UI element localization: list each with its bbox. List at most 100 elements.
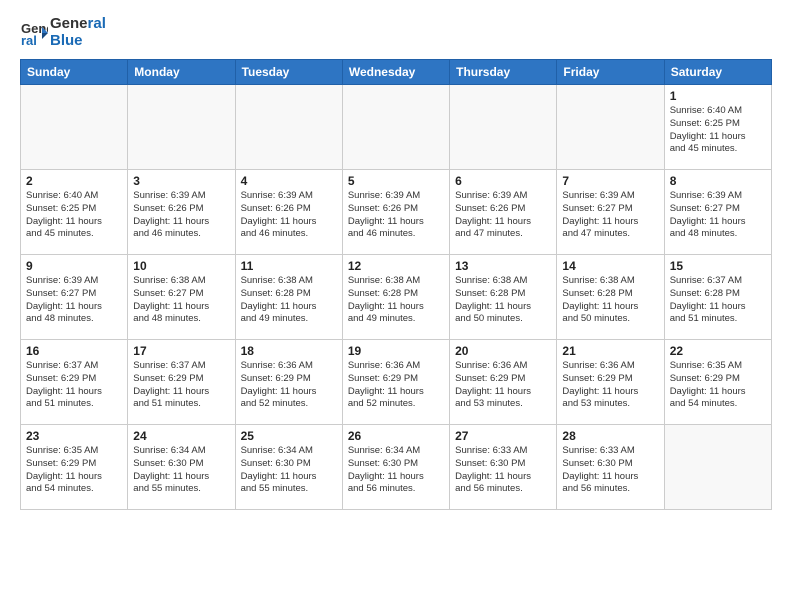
day-info: Sunrise: 6:39 AM Sunset: 6:26 PM Dayligh…: [133, 190, 229, 241]
calendar-cell: 21Sunrise: 6:36 AM Sunset: 6:29 PM Dayli…: [557, 340, 664, 425]
week-row-4: 16 Sunrise: 6:37 AM Sunset: 6:29 PM Dayli…: [21, 340, 772, 425]
day-number: 22: [670, 344, 766, 358]
calendar-cell: 3 Sunrise: 6:39 AM Sunset: 6:26 PM Daylig…: [128, 170, 235, 255]
day-info: Sunrise: 6:34 AM Sunset: 6:30 PM Dayligh…: [133, 445, 229, 496]
day-info: Sunrise: 6:39 AM Sunset: 6:27 PM Dayligh…: [670, 190, 766, 241]
calendar-cell: 9Sunrise: 6:39 AM Sunset: 6:27 PM Daylig…: [21, 255, 128, 340]
weekday-header-row: SundayMondayTuesdayWednesdayThursdayFrid…: [21, 60, 772, 85]
calendar-cell: [21, 85, 128, 170]
page: Gene ral General Blue SundayMondayTuesda…: [0, 0, 792, 520]
day-number: 26: [348, 429, 444, 443]
calendar-cell: 28Sunrise: 6:33 AM Sunset: 6:30 PM Dayli…: [557, 425, 664, 510]
day-number: 11: [241, 259, 337, 273]
day-info: Sunrise: 6:39 AM Sunset: 6:26 PM Dayligh…: [455, 190, 551, 241]
day-number: 25: [241, 429, 337, 443]
day-info: Sunrise: 6:34 AM Sunset: 6:30 PM Dayligh…: [348, 445, 444, 496]
week-row-1: 1 Sunrise: 6:40 AM Sunset: 6:25 PM Daylig…: [21, 85, 772, 170]
day-info: Sunrise: 6:40 AM Sunset: 6:25 PM Dayligh…: [670, 105, 766, 156]
day-number: 14: [562, 259, 658, 273]
calendar-cell: 12 Sunrise: 6:38 AM Sunset: 6:28 PM Dayli…: [342, 255, 449, 340]
day-info: Sunrise: 6:38 AM Sunset: 6:28 PM Dayligh…: [455, 275, 551, 326]
calendar-cell: 17 Sunrise: 6:37 AM Sunset: 6:29 PM Dayli…: [128, 340, 235, 425]
logo-icon: Gene ral: [20, 19, 48, 47]
calendar-cell: 8 Sunrise: 6:39 AM Sunset: 6:27 PM Daylig…: [664, 170, 771, 255]
day-info: Sunrise: 6:39 AM Sunset: 6:26 PM Dayligh…: [348, 190, 444, 241]
calendar-cell: 20 Sunrise: 6:36 AM Sunset: 6:29 PM Dayli…: [450, 340, 557, 425]
calendar-cell: 5 Sunrise: 6:39 AM Sunset: 6:26 PM Daylig…: [342, 170, 449, 255]
day-info: Sunrise: 6:33 AM Sunset: 6:30 PM Dayligh…: [455, 445, 551, 496]
day-info: Sunrise: 6:38 AM Sunset: 6:28 PM Dayligh…: [241, 275, 337, 326]
header: Gene ral General Blue: [20, 16, 772, 49]
day-info: Sunrise: 6:38 AM Sunset: 6:28 PM Dayligh…: [562, 275, 658, 326]
calendar-cell: [342, 85, 449, 170]
calendar-cell: 26 Sunrise: 6:34 AM Sunset: 6:30 PM Dayli…: [342, 425, 449, 510]
calendar-cell: 15 Sunrise: 6:37 AM Sunset: 6:28 PM Dayli…: [664, 255, 771, 340]
day-number: 12: [348, 259, 444, 273]
calendar-cell: [664, 425, 771, 510]
weekday-header-thursday: Thursday: [450, 60, 557, 85]
logo-text: General Blue: [50, 16, 106, 49]
day-number: 10: [133, 259, 229, 273]
day-info: Sunrise: 6:39 AM Sunset: 6:27 PM Dayligh…: [562, 190, 658, 241]
svg-text:ral: ral: [21, 33, 37, 47]
weekday-header-monday: Monday: [128, 60, 235, 85]
week-row-5: 23 Sunrise: 6:35 AM Sunset: 6:29 PM Dayli…: [21, 425, 772, 510]
day-info: Sunrise: 6:34 AM Sunset: 6:30 PM Dayligh…: [241, 445, 337, 496]
calendar-cell: 2 Sunrise: 6:40 AM Sunset: 6:25 PM Daylig…: [21, 170, 128, 255]
day-info: Sunrise: 6:36 AM Sunset: 6:29 PM Dayligh…: [455, 360, 551, 411]
day-number: 2: [26, 174, 122, 188]
logo: Gene ral General Blue: [20, 16, 106, 49]
weekday-header-wednesday: Wednesday: [342, 60, 449, 85]
day-number: 5: [348, 174, 444, 188]
day-number: 21: [562, 344, 658, 358]
day-number: 23: [26, 429, 122, 443]
calendar-cell: 11 Sunrise: 6:38 AM Sunset: 6:28 PM Dayli…: [235, 255, 342, 340]
calendar-cell: 22 Sunrise: 6:35 AM Sunset: 6:29 PM Dayli…: [664, 340, 771, 425]
day-number: 3: [133, 174, 229, 188]
day-number: 9: [26, 259, 122, 273]
calendar-cell: 14 Sunrise: 6:38 AM Sunset: 6:28 PM Dayli…: [557, 255, 664, 340]
calendar-cell: 19 Sunrise: 6:36 AM Sunset: 6:29 PM Dayli…: [342, 340, 449, 425]
day-info: Sunrise: 6:38 AM Sunset: 6:27 PM Dayligh…: [133, 275, 229, 326]
day-info: Sunrise: 6:37 AM Sunset: 6:28 PM Dayligh…: [670, 275, 766, 326]
day-info: Sunrise: 6:40 AM Sunset: 6:25 PM Dayligh…: [26, 190, 122, 241]
day-info: Sunrise: 6:38 AM Sunset: 6:28 PM Dayligh…: [348, 275, 444, 326]
week-row-3: 9Sunrise: 6:39 AM Sunset: 6:27 PM Daylig…: [21, 255, 772, 340]
day-number: 1: [670, 89, 766, 103]
calendar-cell: 24 Sunrise: 6:34 AM Sunset: 6:30 PM Dayli…: [128, 425, 235, 510]
calendar-cell: [450, 85, 557, 170]
calendar-cell: [557, 85, 664, 170]
day-number: 18: [241, 344, 337, 358]
day-number: 15: [670, 259, 766, 273]
day-number: 4: [241, 174, 337, 188]
day-number: 19: [348, 344, 444, 358]
day-info: Sunrise: 6:37 AM Sunset: 6:29 PM Dayligh…: [133, 360, 229, 411]
day-number: 20: [455, 344, 551, 358]
calendar-cell: 6Sunrise: 6:39 AM Sunset: 6:26 PM Daylig…: [450, 170, 557, 255]
day-number: 7: [562, 174, 658, 188]
week-row-2: 2 Sunrise: 6:40 AM Sunset: 6:25 PM Daylig…: [21, 170, 772, 255]
calendar-cell: 7 Sunrise: 6:39 AM Sunset: 6:27 PM Daylig…: [557, 170, 664, 255]
day-number: 28: [562, 429, 658, 443]
weekday-header-saturday: Saturday: [664, 60, 771, 85]
day-info: Sunrise: 6:36 AM Sunset: 6:29 PM Dayligh…: [348, 360, 444, 411]
day-info: Sunrise: 6:36 AM Sunset: 6:29 PM Dayligh…: [241, 360, 337, 411]
calendar-cell: 13Sunrise: 6:38 AM Sunset: 6:28 PM Dayli…: [450, 255, 557, 340]
weekday-header-sunday: Sunday: [21, 60, 128, 85]
day-info: Sunrise: 6:35 AM Sunset: 6:29 PM Dayligh…: [26, 445, 122, 496]
calendar-cell: 16Sunrise: 6:37 AM Sunset: 6:29 PM Dayli…: [21, 340, 128, 425]
day-number: 16: [26, 344, 122, 358]
calendar-cell: 23 Sunrise: 6:35 AM Sunset: 6:29 PM Dayli…: [21, 425, 128, 510]
calendar-cell: 25 Sunrise: 6:34 AM Sunset: 6:30 PM Dayli…: [235, 425, 342, 510]
day-number: 8: [670, 174, 766, 188]
day-number: 27: [455, 429, 551, 443]
day-info: Sunrise: 6:35 AM Sunset: 6:29 PM Dayligh…: [670, 360, 766, 411]
calendar-cell: 27 Sunrise: 6:33 AM Sunset: 6:30 PM Dayli…: [450, 425, 557, 510]
day-number: 24: [133, 429, 229, 443]
calendar-cell: 1 Sunrise: 6:40 AM Sunset: 6:25 PM Daylig…: [664, 85, 771, 170]
calendar-table: SundayMondayTuesdayWednesdayThursdayFrid…: [20, 59, 772, 510]
day-number: 17: [133, 344, 229, 358]
calendar-cell: 10 Sunrise: 6:38 AM Sunset: 6:27 PM Dayli…: [128, 255, 235, 340]
weekday-header-tuesday: Tuesday: [235, 60, 342, 85]
weekday-header-friday: Friday: [557, 60, 664, 85]
